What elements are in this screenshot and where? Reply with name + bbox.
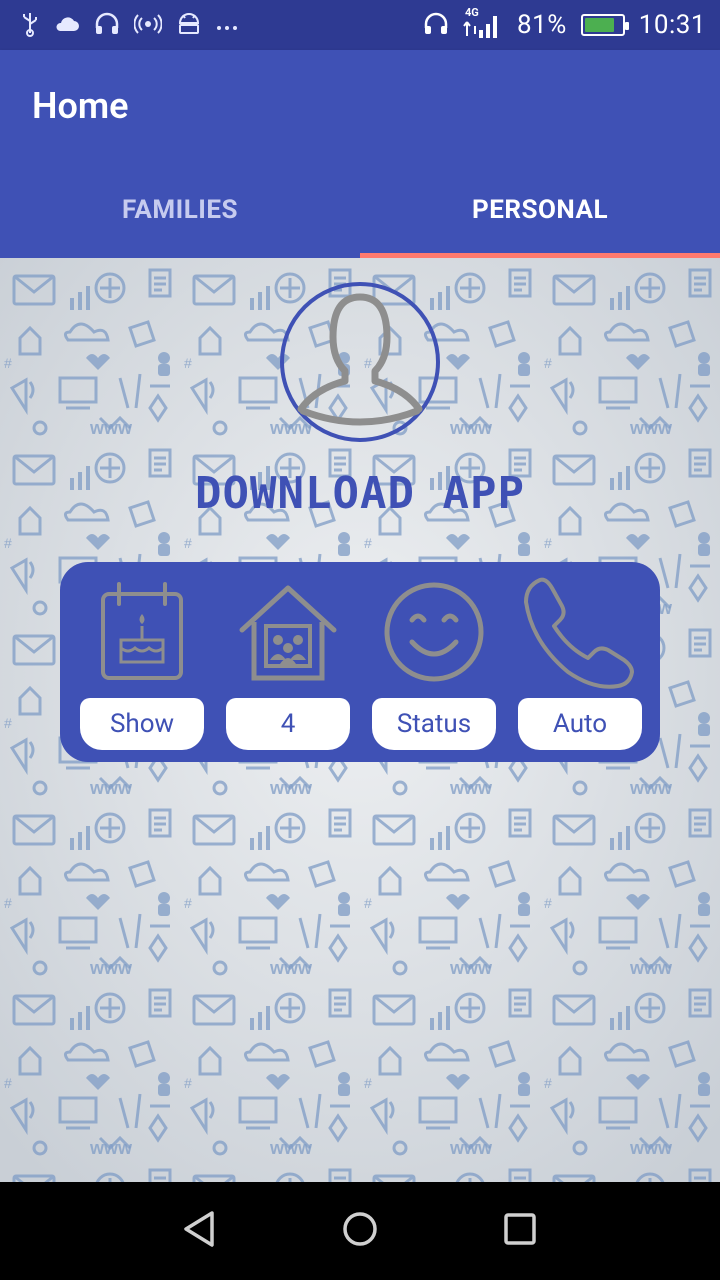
family-home-icon [226,576,350,688]
birthday-calendar-icon [80,576,204,688]
feature-label: 4 [226,698,350,750]
recents-icon[interactable] [500,1209,540,1253]
back-icon[interactable] [180,1209,220,1253]
avatar[interactable] [280,282,440,442]
feature-status[interactable]: Status [372,562,496,762]
smiley-icon [372,576,496,688]
status-right: 4G 81% 10:31 [423,6,706,40]
home-icon[interactable] [340,1209,380,1253]
more-icon [216,15,238,35]
tab-personal[interactable]: PERSONAL [360,162,720,258]
download-app-link[interactable]: DOWNLOAD APP [0,468,720,519]
phone-icon [518,576,642,689]
hotspot-icon [133,13,163,38]
headset-icon [423,12,449,39]
android-icon [176,12,202,38]
feature-birthdays[interactable]: Show [80,562,204,762]
clock: 10:31 [638,10,706,40]
personal-content: www # DOWNLOAD APP [0,258,720,1182]
app-bar: Home [0,50,720,162]
feature-label: Show [80,698,204,750]
headset-icon [94,12,120,39]
feature-label: Status [372,698,496,750]
navigation-bar [0,1182,720,1280]
tab-families[interactable]: FAMILIES [0,162,360,258]
status-bar: 4G 81% 10:31 [0,0,720,50]
usb-icon [20,11,40,40]
feature-auto[interactable]: Auto [518,562,642,762]
cloud-icon [54,15,80,36]
feature-panel: Show 4 Status Auto [60,562,660,762]
status-left [20,11,238,40]
battery-icon [580,14,629,36]
tab-bar: FAMILIES PERSONAL [0,162,720,258]
battery-percent: 81% [516,10,567,40]
page-title: Home [32,85,129,127]
feature-family[interactable]: 4 [226,562,350,762]
feature-label: Auto [518,698,642,750]
person-icon [285,285,435,439]
signal-icon: 4G [463,6,503,40]
battery-level [584,18,614,32]
